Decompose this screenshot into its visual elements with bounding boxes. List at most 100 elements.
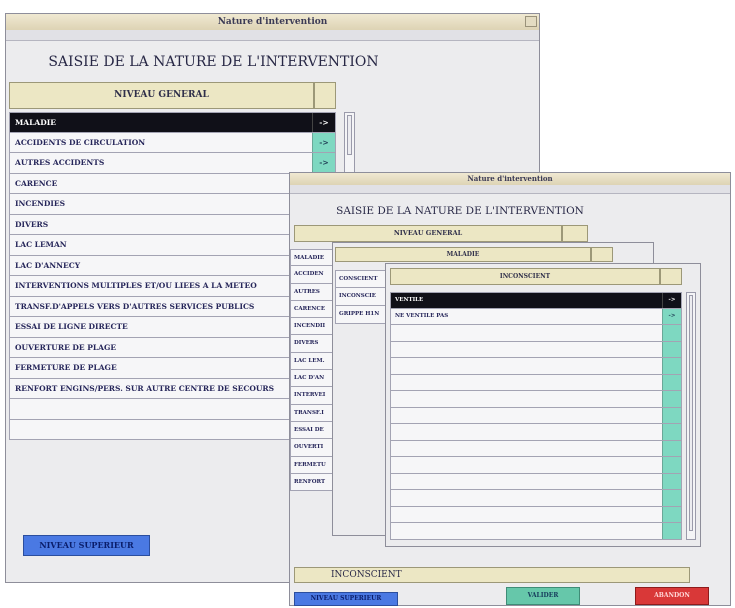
maladie-panel-header: MALADIE — [335, 247, 591, 262]
submenu-cell — [662, 523, 681, 539]
submenu-arrow-icon[interactable]: -> — [312, 132, 335, 152]
category-row-label: CARENCE — [15, 178, 58, 188]
category-row[interactable]: CARENCE — [9, 173, 336, 194]
submenu-cell — [662, 440, 681, 456]
inconscient-scrollbar-thumb[interactable] — [689, 295, 693, 531]
maladie-row-label: INCONSCIE — [339, 293, 376, 299]
category-row-label: CARENCE — [294, 305, 326, 312]
category-row-label: OUVERTI — [294, 444, 324, 451]
submenu-cell — [662, 358, 681, 374]
category-row-label: LAC LEMAN — [15, 240, 67, 249]
back-window-title: Nature d'intervention — [217, 17, 328, 27]
submenu-cell — [662, 374, 681, 390]
empty-row[interactable] — [390, 440, 682, 457]
submenu-cell — [662, 457, 681, 473]
front-level-header-cap — [562, 225, 588, 242]
category-row[interactable]: OUVERTURE DE PLAGE — [9, 337, 336, 358]
submenu-cell — [662, 424, 681, 440]
empty-row[interactable] — [390, 473, 682, 490]
category-row[interactable]: LAC LEMAN — [9, 235, 336, 256]
category-row-label: INTERVENTIONS MULTIPLES ET/OU LIEES A LA… — [15, 281, 257, 290]
window-control-button[interactable] — [525, 16, 537, 27]
category-row-label: FERMETURE DE PLAGE — [15, 363, 117, 372]
empty-row[interactable] — [390, 374, 682, 391]
submenu-arrow-icon[interactable]: -> — [312, 153, 335, 173]
empty-row[interactable] — [390, 506, 682, 523]
inconscient-row[interactable]: VENTILE -> — [390, 292, 682, 309]
category-row[interactable]: TRANSF.D'APPELS VERS D'AUTRES SERVICES P… — [9, 296, 336, 317]
empty-row[interactable] — [9, 399, 336, 420]
category-row-label: LAC D'ANNECY — [15, 260, 81, 270]
front-upper-level-button[interactable]: NIVEAU SUPERIEUR — [294, 592, 398, 606]
back-window-toolbar — [6, 30, 539, 41]
category-row-label: ACCIDEN — [294, 271, 324, 278]
back-category-list: MALADIE -> ACCIDENTS DE CIRCULATION -> AUTRE… — [9, 112, 336, 440]
front-window-title: Nature d'intervention — [467, 174, 553, 183]
category-row-label: LAC D'AN — [294, 375, 325, 382]
category-row-label: ESSAI DE — [294, 426, 324, 433]
category-row-label: MALADIE — [294, 255, 325, 261]
category-row-label: RENFORT ENGINS/PERS. SUR AUTRE CENTRE DE… — [15, 383, 275, 393]
submenu-cell — [662, 391, 681, 407]
back-level-header: NIVEAU GENERAL — [9, 82, 314, 109]
inconscient-list: VENTILE -> NE VENTILE PAS -> — [390, 292, 682, 540]
category-row[interactable]: ACCIDENTS DE CIRCULATION -> — [9, 132, 336, 153]
category-row[interactable]: MALADIE -> — [9, 112, 336, 133]
inconscient-list-scrollbar[interactable] — [686, 292, 696, 540]
submenu-arrow-icon[interactable]: -> — [312, 113, 335, 132]
empty-row[interactable] — [390, 457, 682, 474]
maladie-row-label: GRIPPE H1N — [339, 311, 380, 317]
category-row-label: AUTRES — [294, 288, 320, 295]
abandon-button[interactable]: ABANDON — [635, 587, 709, 605]
back-page-heading: SAISIE DE LA NATURE DE L'INTERVENTION — [48, 54, 379, 70]
inconscient-panel-header: INCONSCIENT — [390, 268, 660, 285]
validate-button[interactable]: VALIDER — [506, 587, 580, 605]
category-row-label: DIVERS — [294, 340, 319, 347]
empty-row[interactable] — [390, 424, 682, 441]
category-row-label: RENFORT — [294, 478, 326, 485]
category-row-label: AUTRES ACCIDENTS — [15, 158, 105, 167]
empty-row[interactable] — [390, 358, 682, 375]
empty-row[interactable] — [390, 407, 682, 424]
submenu-cell — [662, 341, 681, 357]
inconscient-panel: INCONSCIENT VENTILE -> NE VENTILE PAS -> — [385, 263, 701, 547]
category-row-label: OUVERTURE DE PLAGE — [15, 342, 117, 352]
empty-row[interactable] — [9, 419, 336, 440]
category-row[interactable]: RENFORT ENGINS/PERS. SUR AUTRE CENTRE DE… — [9, 378, 336, 399]
submenu-arrow-icon[interactable]: -> — [662, 293, 681, 308]
selection-field: INCONSCIENT — [294, 567, 690, 583]
category-row[interactable]: INTERVENTIONS MULTIPLES ET/OU LIEES A LA… — [9, 276, 336, 297]
submenu-cell — [662, 473, 681, 489]
front-level-header: NIVEAU GENERAL — [294, 225, 562, 242]
category-row-label: INCENDII — [294, 323, 326, 330]
category-row-label: MALADIE — [15, 118, 56, 127]
inconscient-panel-header-cap — [660, 268, 682, 285]
category-row-label: ACCIDENTS DE CIRCULATION — [15, 137, 146, 147]
empty-row[interactable] — [390, 490, 682, 507]
empty-row[interactable] — [390, 523, 682, 540]
category-row-label: ESSAI DE LIGNE DIRECTE — [15, 322, 128, 331]
category-row[interactable]: FERMETURE DE PLAGE — [9, 358, 336, 379]
category-row-label: INCENDIES — [15, 199, 66, 208]
front-window: Nature d'intervention SAISIE DE LA NATUR… — [289, 172, 731, 606]
back-window-titlebar: Nature d'intervention — [6, 14, 539, 31]
maladie-row-label: CONSCIENT — [339, 276, 378, 282]
submenu-arrow-icon[interactable]: -> — [662, 308, 681, 324]
category-row[interactable]: ESSAI DE LIGNE DIRECTE — [9, 317, 336, 338]
category-row[interactable]: INCENDIES — [9, 194, 336, 215]
category-row-label: DIVERS — [15, 219, 49, 229]
front-window-toolbar — [290, 185, 730, 194]
empty-row[interactable] — [390, 341, 682, 358]
category-row-label: INTERVEI — [294, 392, 326, 399]
back-upper-level-button[interactable]: NIVEAU SUPERIEUR — [23, 535, 150, 556]
category-row[interactable]: AUTRES ACCIDENTS -> — [9, 153, 336, 174]
back-list-scrollbar[interactable] — [344, 112, 355, 175]
inconscient-row[interactable]: NE VENTILE PAS -> — [390, 308, 682, 325]
empty-row[interactable] — [390, 325, 682, 342]
category-row[interactable]: DIVERS — [9, 214, 336, 235]
category-row[interactable]: LAC D'ANNECY — [9, 255, 336, 276]
category-row-label: FERMETU — [294, 461, 326, 468]
inconscient-row-label: VENTILE — [395, 297, 424, 303]
empty-row[interactable] — [390, 391, 682, 408]
back-scrollbar-thumb[interactable] — [347, 115, 352, 155]
